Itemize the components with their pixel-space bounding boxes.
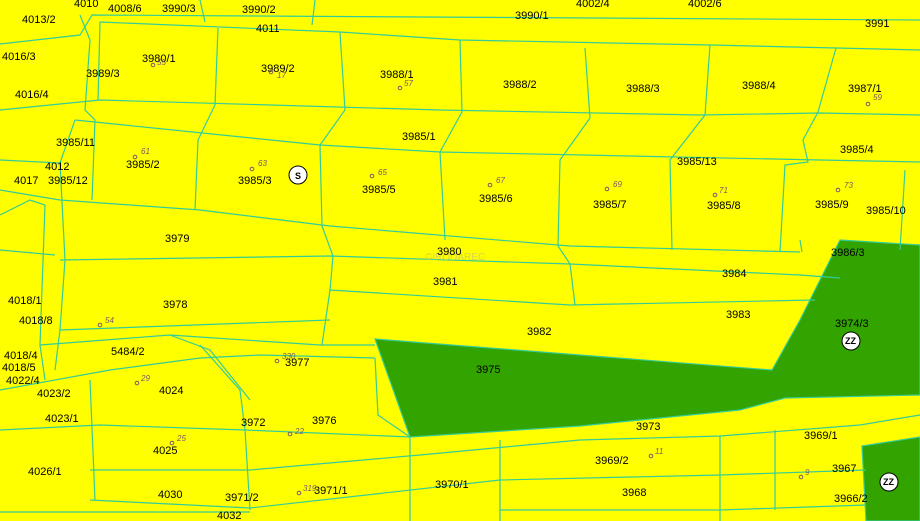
parcel-label[interactable]: 4023/1: [45, 413, 79, 425]
parcel-label[interactable]: 4002/6: [688, 0, 722, 10]
parcel-label[interactable]: 3985/11: [56, 137, 95, 149]
parcel-label[interactable]: 4030: [158, 489, 182, 501]
parcel-label[interactable]: 3988/2: [503, 79, 537, 91]
parcel-label[interactable]: 3985/8: [707, 200, 741, 212]
school-marker[interactable]: S: [288, 165, 308, 185]
parcel-label[interactable]: 3985/13: [677, 156, 717, 168]
parcel-label[interactable]: 3985/9: [815, 199, 849, 211]
parcel-label[interactable]: 3971/2: [225, 492, 259, 504]
parcel-label[interactable]: 4016/4: [15, 89, 49, 101]
parcel-label[interactable]: 4012: [45, 161, 69, 173]
parcel-label[interactable]: 3985/5: [362, 184, 396, 196]
parcel-label[interactable]: 4024: [159, 385, 183, 397]
house-number: 22: [294, 427, 304, 436]
house-number: 55: [157, 58, 166, 67]
house-number: 59: [873, 93, 882, 102]
house-number: 54: [105, 316, 114, 325]
parcel-label[interactable]: 3985/12: [48, 175, 88, 187]
school-marker-label: S: [295, 171, 301, 181]
zone-marker[interactable]: ZZ: [879, 472, 899, 492]
parcel-label[interactable]: 3972: [241, 417, 265, 429]
parcel-label[interactable]: 3979: [165, 233, 189, 245]
parcel-label[interactable]: 4026/1: [28, 466, 62, 478]
parcel-label[interactable]: 3966/2: [834, 493, 868, 505]
house-number: 61: [141, 147, 150, 156]
parcel-label[interactable]: 3980: [437, 246, 461, 258]
parcel-label[interactable]: 3975: [476, 364, 500, 376]
house-number: 29: [140, 374, 150, 383]
parcel-label[interactable]: 3990/2: [242, 4, 276, 16]
house-number: 71: [719, 186, 728, 195]
parcel-label[interactable]: 4025: [153, 445, 177, 457]
parcel-label[interactable]: 3967: [832, 463, 856, 475]
parcel-label[interactable]: 3984: [722, 268, 746, 280]
parcel-label[interactable]: 3971/1: [314, 485, 348, 497]
house-number: 9: [805, 468, 810, 477]
house-number: 330: [282, 352, 296, 361]
parcel-label[interactable]: 3973: [636, 421, 660, 433]
house-number: 17: [277, 71, 286, 80]
parcel-label[interactable]: 3988/3: [626, 83, 660, 95]
parcel-label[interactable]: 3970/1: [435, 479, 469, 491]
parcel-label[interactable]: 4017: [14, 175, 38, 187]
parcel-label[interactable]: 3985/10: [866, 205, 906, 217]
house-number: 67: [496, 176, 505, 185]
parcel-label[interactable]: 4022/4: [6, 375, 40, 387]
parcel-label[interactable]: 3982: [527, 326, 551, 338]
parcel-label[interactable]: 4002/4: [576, 0, 610, 10]
house-number: 25: [176, 434, 186, 443]
parcel-label[interactable]: 4018/1: [8, 295, 42, 307]
parcel-label[interactable]: 3985/1: [402, 131, 436, 143]
parcel-label[interactable]: 3986/3: [831, 247, 865, 259]
parcel-label[interactable]: 5484/2: [111, 346, 145, 358]
parcel-label[interactable]: 4013/2: [22, 14, 56, 26]
forest-area-3975[interactable]: [374, 239, 920, 438]
parcel-label[interactable]: 3978: [163, 299, 187, 311]
parcel-label[interactable]: 3969/2: [595, 455, 629, 467]
parcel-label[interactable]: 4018/5: [2, 362, 36, 374]
zone-marker[interactable]: ZZ: [841, 331, 861, 351]
cadastral-map[interactable]: ©IRODAREC 4010 4008/6 3990/3 3990/2 4002…: [0, 0, 920, 521]
parcel-label[interactable]: 3981: [433, 276, 457, 288]
parcel-label[interactable]: 4016/3: [2, 51, 36, 63]
parcel-label[interactable]: 3974/3: [835, 318, 869, 330]
parcel-label[interactable]: 3985/2: [126, 159, 160, 171]
house-number: 73: [844, 181, 853, 190]
house-number: 57: [404, 79, 413, 88]
parcel-label[interactable]: 3983: [726, 309, 750, 321]
parcel-label[interactable]: 3990/1: [515, 10, 549, 22]
parcel-label[interactable]: 3969/1: [804, 430, 838, 442]
zone-marker-label: ZZ: [845, 336, 856, 346]
parcel-label[interactable]: 3991: [865, 18, 889, 30]
parcel-label[interactable]: 4032: [217, 510, 241, 521]
parcel-label[interactable]: 3988/4: [742, 80, 776, 92]
parcel-label[interactable]: 3968: [622, 487, 646, 499]
house-number: 11: [655, 447, 663, 456]
parcel-label[interactable]: 3976: [312, 415, 336, 427]
parcel-label[interactable]: 4010: [74, 0, 98, 10]
parcel-label[interactable]: 3985/4: [840, 144, 874, 156]
parcel-label[interactable]: 3990/3: [162, 3, 196, 15]
parcel-label[interactable]: 4008/6: [108, 3, 142, 15]
parcel-label[interactable]: 3985/6: [479, 193, 513, 205]
parcel-label[interactable]: 4018/8: [19, 315, 53, 327]
house-number: 319: [303, 484, 317, 493]
zone-marker-label: ZZ: [883, 477, 894, 487]
house-number: 65: [378, 168, 387, 177]
parcel-label[interactable]: 4023/2: [37, 388, 71, 400]
house-number: 63: [258, 159, 267, 168]
parcel-label[interactable]: 3989/3: [86, 68, 120, 80]
parcel-label[interactable]: 4018/4: [4, 350, 38, 362]
house-number: 69: [613, 180, 622, 189]
parcel-label[interactable]: 4011: [256, 23, 280, 35]
parcel-label[interactable]: 3985/7: [593, 199, 627, 211]
parcel-label[interactable]: 3985/3: [238, 175, 272, 187]
